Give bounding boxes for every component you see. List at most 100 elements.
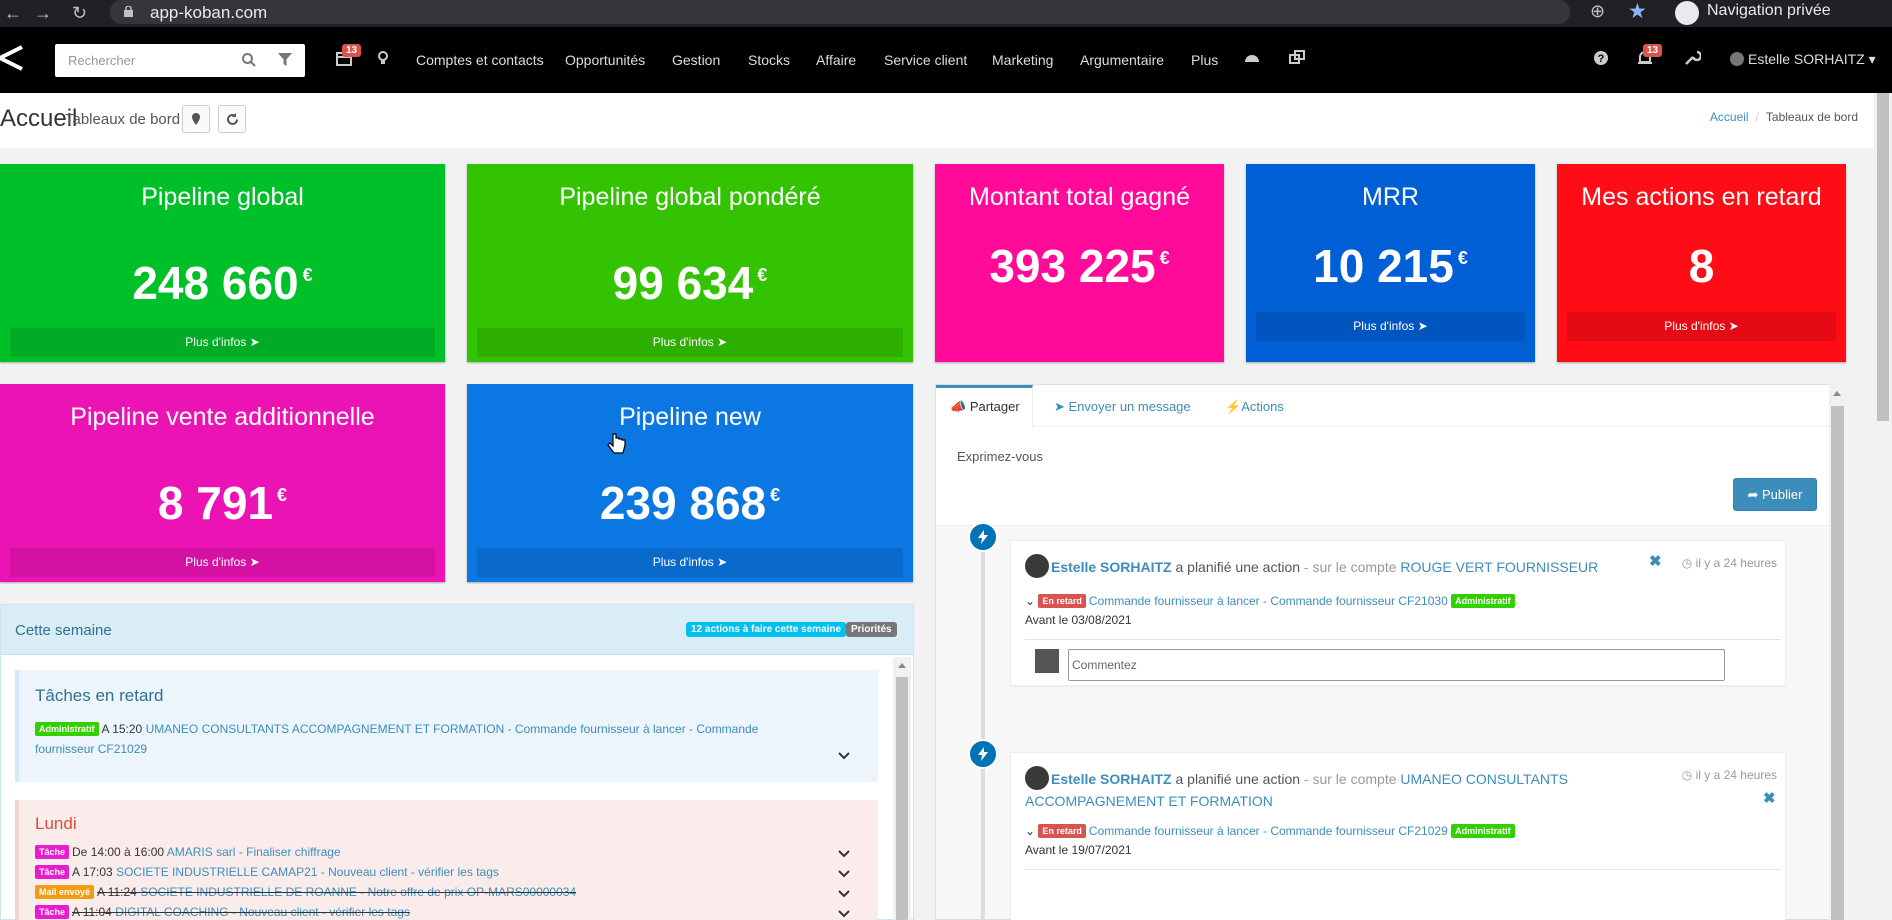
page-scrollbar[interactable] xyxy=(1874,93,1892,920)
lock-icon xyxy=(124,6,133,17)
week-header: Cette semaine 12 actions à faire cette s… xyxy=(1,605,913,655)
author-link[interactable]: Estelle SORHAITZ xyxy=(1051,559,1172,575)
monday-title: Lundi xyxy=(35,814,77,833)
box-title: Pipeline global pondéré xyxy=(559,183,821,211)
breadcrumb: Accueil / Tableaux de bord xyxy=(1709,110,1858,124)
back-icon[interactable]: ← xyxy=(4,3,22,24)
chevron-down-icon[interactable] xyxy=(838,890,850,898)
refresh-button[interactable] xyxy=(218,105,246,133)
account-link[interactable]: UMANEO CONSULTANTS xyxy=(1400,771,1568,787)
menu-stocks[interactable]: Stocks xyxy=(748,52,790,68)
user-menu[interactable]: Estelle SORHAITZ ▾ xyxy=(1730,51,1876,68)
task-tag: Tâche xyxy=(35,865,70,879)
feed-item-header: Estelle SORHAITZ a planifié une action -… xyxy=(1025,554,1598,578)
tab-envoyer-message[interactable]: ➤ Envoyer un message xyxy=(1054,399,1191,415)
task-link[interactable]: SOCIETE INDUSTRIELLE DE ROANNE - Notre o… xyxy=(140,885,576,899)
more-info-link[interactable]: Plus d'infos ➤ xyxy=(10,328,435,357)
more-info-link[interactable]: Plus d'infos ➤ xyxy=(1567,312,1836,341)
share-tabs: 📣 Partager ➤ Envoyer un message ⚡Actions xyxy=(936,385,1831,428)
task-row: Tâche A 17:03 SOCIETE INDUSTRIELLE CAMAP2… xyxy=(35,865,499,879)
task-link[interactable]: Commande fournisseur à lancer - Commande… xyxy=(1089,824,1448,838)
menu-gestion[interactable]: Gestion xyxy=(672,52,720,68)
help-icon[interactable]: ? xyxy=(1592,49,1610,67)
actions-count-label[interactable]: 12 actions à faire cette semaine xyxy=(686,622,847,637)
menu-service-client[interactable]: Service client xyxy=(884,52,967,68)
menu-argumentaire[interactable]: Argumentaire xyxy=(1080,52,1164,68)
search-box[interactable]: Rechercher xyxy=(55,44,305,77)
box-title: Pipeline vente additionnelle xyxy=(70,403,375,431)
chevron-down-icon[interactable]: ⌄ xyxy=(1025,594,1035,608)
account-link-cont[interactable]: ACCOMPAGNEMENT ET FORMATION xyxy=(1025,793,1273,809)
account-link[interactable]: ROUGE VERT FOURNISSEUR xyxy=(1400,559,1598,575)
lightbulb-icon[interactable] xyxy=(374,49,392,67)
close-icon[interactable]: ✖ xyxy=(1649,552,1662,570)
task-row: Tâche De 14:00 à 16:00 AMARIS sarl - Fina… xyxy=(35,845,341,859)
box-value: 99 634 € xyxy=(612,257,768,309)
more-info-link[interactable]: Plus d'infos ➤ xyxy=(10,548,435,577)
dashboard-icon[interactable] xyxy=(1243,49,1261,67)
breadcrumb-home[interactable]: Accueil xyxy=(1710,110,1749,124)
box-title: Pipeline global xyxy=(141,183,304,211)
task-link-cont[interactable]: fournisseur CF21029 xyxy=(35,742,147,756)
reload-icon[interactable]: ↻ xyxy=(72,3,87,24)
task-time: A 15:20 xyxy=(101,722,143,736)
koban-logo[interactable] xyxy=(0,43,28,73)
app-navbar: Rechercher 13 Comptes et contacts Opport… xyxy=(0,27,1892,93)
feed-item: Estelle SORHAITZ a planifié une action -… xyxy=(1010,752,1786,920)
menu-comptes-contacts[interactable]: Comptes et contacts xyxy=(416,52,544,68)
post-input[interactable]: Exprimez-vous xyxy=(957,449,1043,464)
priorities-label[interactable]: Priorités xyxy=(846,622,897,637)
box-actions-retard: Mes actions en retard 8 Plus d'infos ➤ xyxy=(1557,164,1846,362)
bolt-icon xyxy=(968,739,998,769)
share-panel: 📣 Partager ➤ Envoyer un message ⚡Actions… xyxy=(935,384,1832,920)
menu-affaire[interactable]: Affaire xyxy=(816,52,856,68)
chevron-down-icon[interactable] xyxy=(838,850,850,858)
search-icon[interactable] xyxy=(241,52,257,68)
task-link[interactable]: UMANEO CONSULTANTS ACCOMPAGNEMENT ET FOR… xyxy=(146,722,759,736)
bolt-icon xyxy=(968,522,998,552)
search-input[interactable]: Rechercher xyxy=(68,53,135,68)
filter-icon[interactable] xyxy=(278,53,292,67)
map-marker-icon xyxy=(192,113,200,125)
share-scrollbar[interactable] xyxy=(1829,384,1846,920)
zoom-icon[interactable]: ⊕ xyxy=(1590,1,1605,22)
address-bar[interactable]: app-koban.com xyxy=(110,0,1570,24)
feed-item-header: Estelle SORHAITZ a planifié une action -… xyxy=(1025,766,1585,812)
week-scrollbar[interactable] xyxy=(893,657,911,920)
author-link[interactable]: Estelle SORHAITZ xyxy=(1051,771,1172,787)
publish-button[interactable]: ➦ Publier xyxy=(1733,478,1817,511)
task-link[interactable]: Commande fournisseur à lancer - Commande… xyxy=(1089,594,1448,608)
tab-actions[interactable]: ⚡Actions xyxy=(1225,399,1284,415)
task-link[interactable]: SOCIETE INDUSTRIELLE CAMAP21 - Nouveau c… xyxy=(116,865,499,879)
menu-plus[interactable]: Plus xyxy=(1191,52,1218,68)
commenter-avatar xyxy=(1035,649,1059,673)
refresh-icon xyxy=(227,113,238,125)
task-link[interactable]: AMARIS sarl - Finaliser chiffrage xyxy=(167,845,341,859)
windows-icon[interactable] xyxy=(1288,49,1306,67)
task-link[interactable]: DIGITAL COACHING - Nouveau client - véri… xyxy=(115,905,410,919)
due-date: Avant le 19/07/2021 xyxy=(1025,843,1132,857)
user-name: Estelle SORHAITZ xyxy=(1748,51,1865,67)
forward-icon[interactable]: → xyxy=(34,3,52,24)
comment-input[interactable]: Commentez xyxy=(1068,649,1725,681)
close-icon[interactable]: ✖ xyxy=(1763,789,1776,807)
chevron-down-icon[interactable] xyxy=(838,910,850,918)
chevron-down-icon[interactable] xyxy=(838,752,850,760)
more-info-link[interactable]: Plus d'infos ➤ xyxy=(477,548,903,577)
menu-opportunites[interactable]: Opportunités xyxy=(565,52,645,68)
menu-marketing[interactable]: Marketing xyxy=(992,52,1053,68)
wrench-icon[interactable] xyxy=(1683,49,1701,67)
more-info-link[interactable]: Plus d'infos ➤ xyxy=(477,328,903,357)
chevron-down-icon[interactable] xyxy=(838,870,850,878)
location-button[interactable] xyxy=(182,105,210,133)
box-title: Pipeline new xyxy=(619,403,761,431)
chevron-down-icon[interactable]: ⌄ xyxy=(1025,824,1035,838)
incognito-indicator[interactable]: Navigation privée xyxy=(1675,0,1875,25)
box-value: 239 868 € xyxy=(599,477,781,529)
more-info-link[interactable]: Plus d'infos ➤ xyxy=(1256,312,1525,341)
week-panel: Cette semaine 12 actions à faire cette s… xyxy=(0,604,914,920)
tab-partager[interactable]: 📣 Partager xyxy=(950,399,1020,415)
bookmark-star-icon[interactable]: ★ xyxy=(1628,0,1647,24)
incognito-label: Navigation privée xyxy=(1707,2,1831,19)
task-line: ⌄ En retard Commande fournisseur à lancer… xyxy=(1025,824,1518,838)
